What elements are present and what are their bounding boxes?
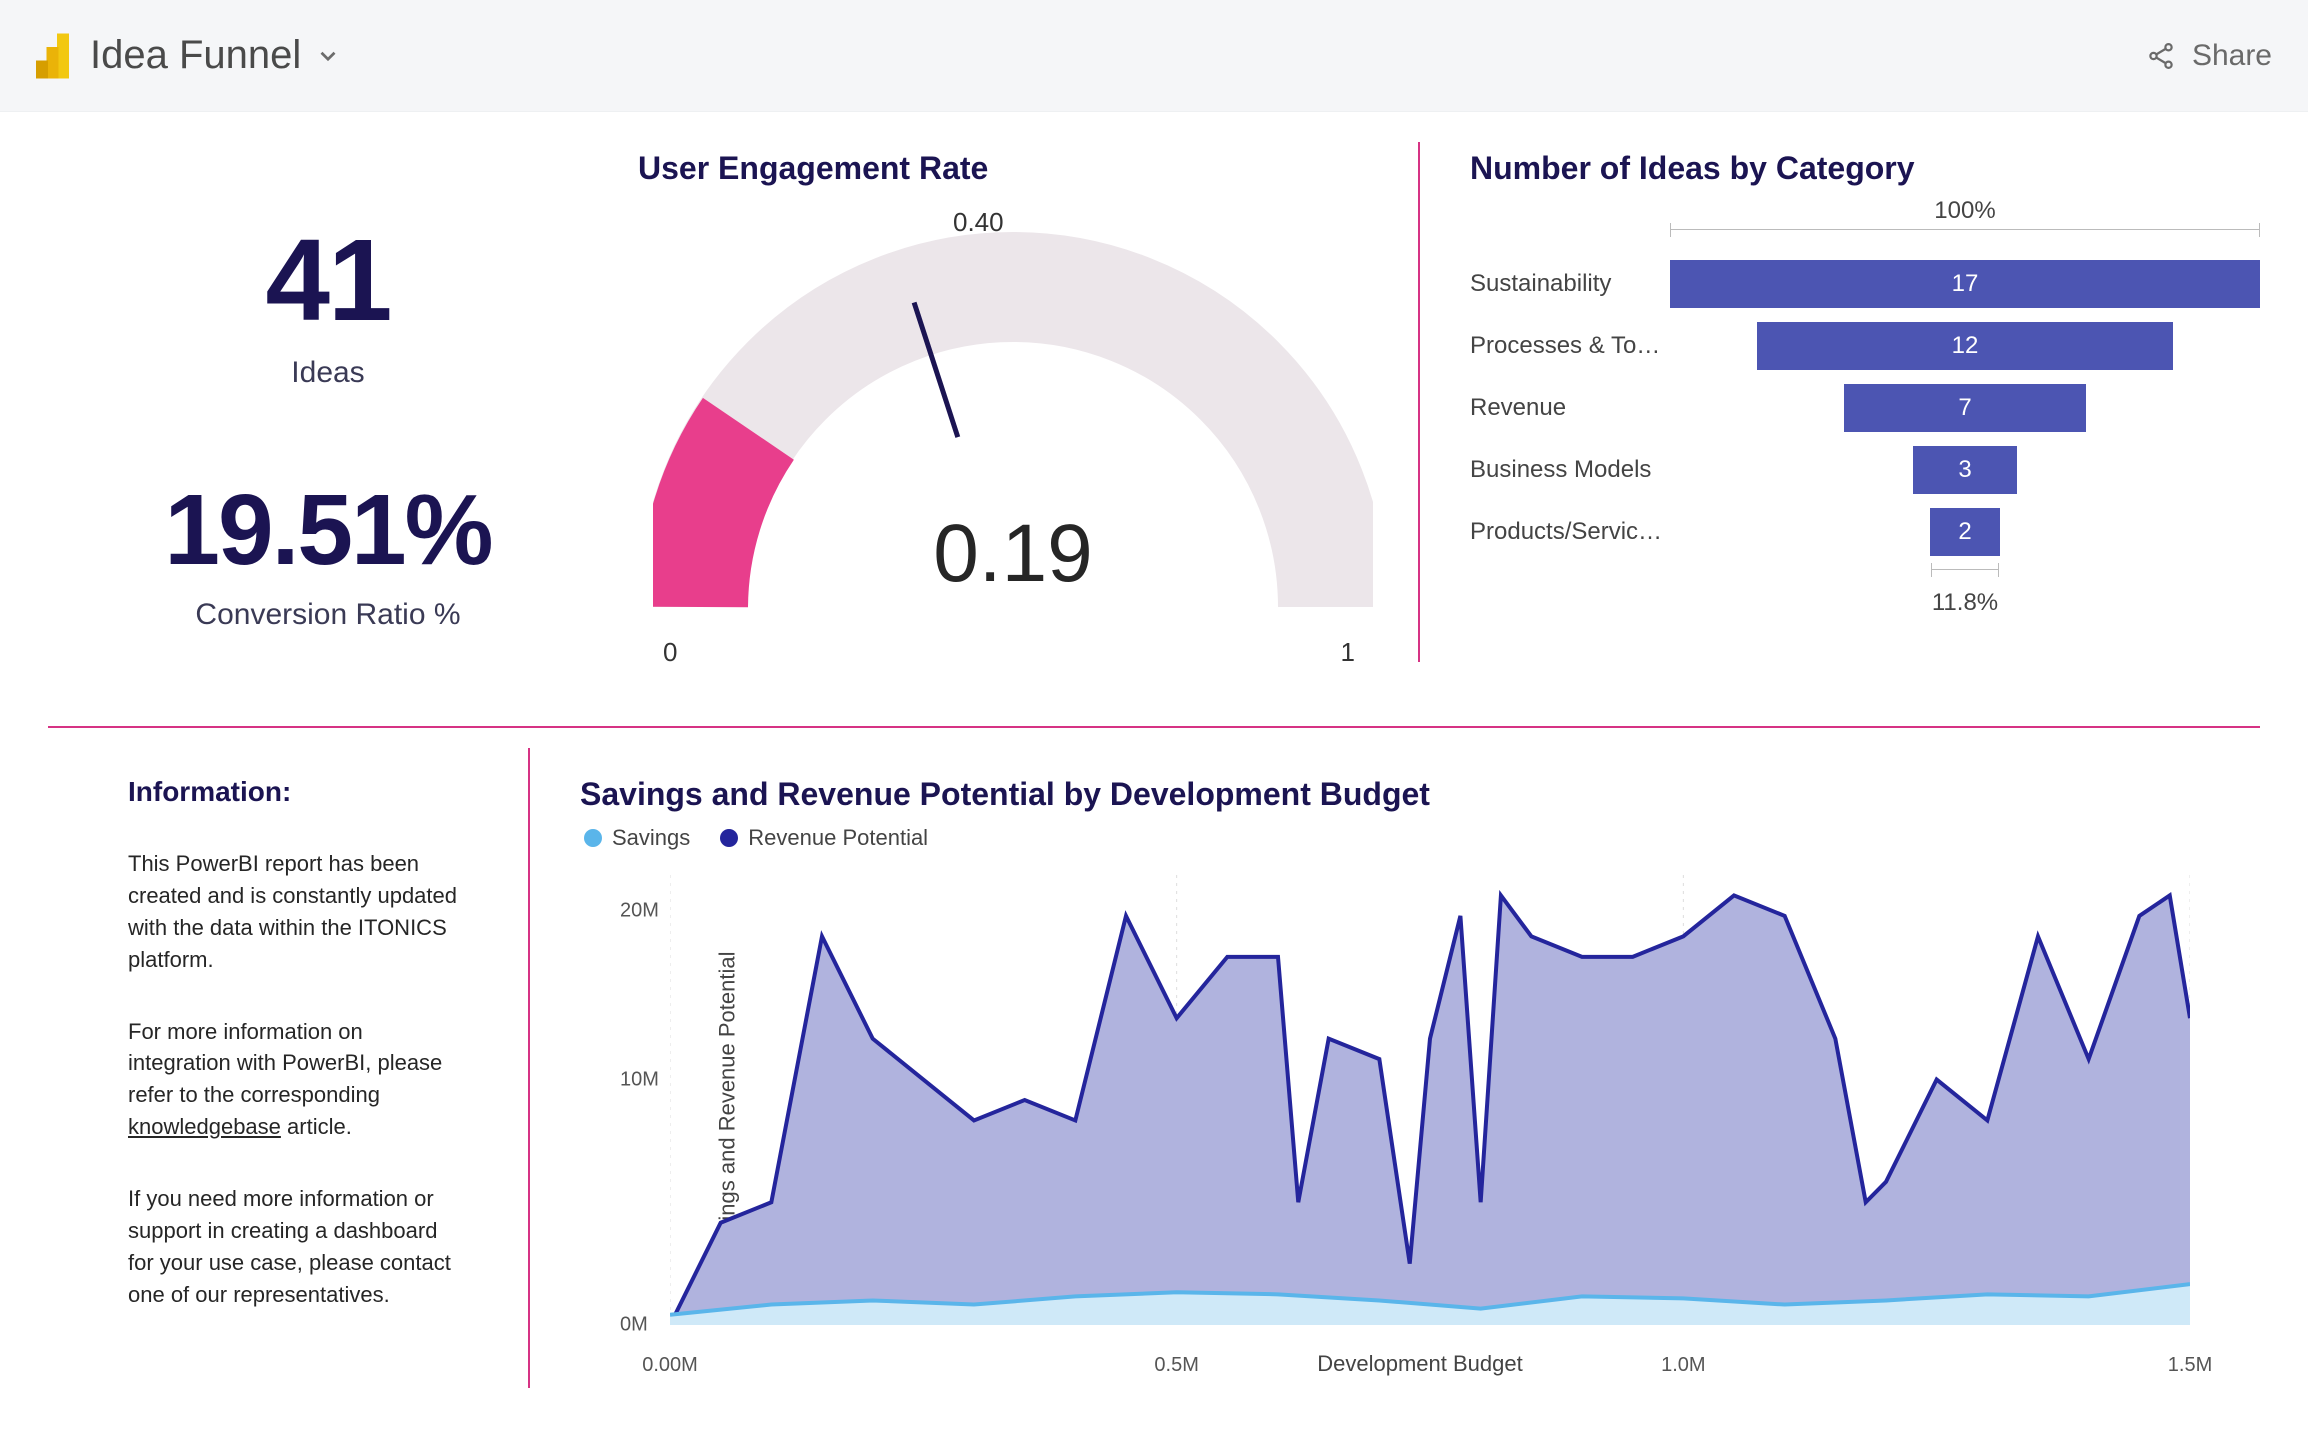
info-p1: This PowerBI report has been created and… bbox=[128, 848, 468, 976]
funnel-bar-track: 2 bbox=[1670, 508, 2260, 556]
bottom-row: Information: This PowerBI report has bee… bbox=[48, 738, 2260, 1408]
gauge-chart[interactable]: 0.40 0.19 0 1 bbox=[653, 197, 1373, 662]
kpi-ideas-label: Ideas bbox=[265, 356, 390, 390]
gauge-column: User Engagement Rate 0.40 0.19 0 1 bbox=[608, 132, 1418, 702]
report-title: Idea Funnel bbox=[90, 33, 301, 78]
legend-revenue-label: Revenue Potential bbox=[748, 825, 928, 851]
funnel-top-scale: 100% bbox=[1670, 197, 2260, 247]
funnel-category: Business Models bbox=[1470, 456, 1670, 484]
funnel-bar-track: 12 bbox=[1670, 322, 2260, 370]
share-button[interactable]: Share bbox=[2146, 39, 2272, 73]
funnel-column: Number of Ideas by Category 100% Sustain… bbox=[1422, 132, 2260, 702]
funnel-title: Number of Ideas by Category bbox=[1470, 150, 2260, 187]
funnel-bar: 17 bbox=[1670, 260, 2260, 308]
area-xlabel: Development Budget bbox=[640, 1351, 2200, 1377]
area-ytick: 0M bbox=[620, 1314, 648, 1337]
funnel-bar-track: 3 bbox=[1670, 446, 2260, 494]
funnel-category: Processes & To… bbox=[1470, 332, 1670, 360]
area-xtick: 0.00M bbox=[642, 1354, 698, 1377]
funnel-category: Revenue bbox=[1470, 394, 1670, 422]
area-legend: Savings Revenue Potential bbox=[584, 825, 2200, 851]
funnel-row[interactable]: Business Models 3 bbox=[1470, 439, 2260, 501]
funnel-row[interactable]: Processes & To… 12 bbox=[1470, 315, 2260, 377]
funnel-bar: 3 bbox=[1913, 446, 2017, 494]
area-svg bbox=[670, 875, 2190, 1325]
area-ytick: 20M bbox=[620, 900, 659, 923]
area-ytick: 10M bbox=[620, 1068, 659, 1091]
info-p3: If you need more information or support … bbox=[128, 1183, 468, 1311]
area-xtick: 1.0M bbox=[1661, 1354, 1705, 1377]
funnel-bottom-pct: 11.8% bbox=[1932, 589, 1998, 617]
area-xtick: 1.5M bbox=[2168, 1354, 2212, 1377]
area-title: Savings and Revenue Potential by Develop… bbox=[580, 776, 2200, 813]
dot-icon bbox=[584, 829, 602, 847]
info-p2b: article. bbox=[281, 1114, 352, 1139]
area-column: Savings and Revenue Potential by Develop… bbox=[532, 748, 2260, 1408]
dot-icon bbox=[720, 829, 738, 847]
funnel-top-pct: 100% bbox=[1934, 197, 1995, 225]
funnel-row[interactable]: Revenue 7 bbox=[1470, 377, 2260, 439]
share-icon bbox=[2146, 41, 2176, 71]
funnel-bar-track: 17 bbox=[1670, 260, 2260, 308]
kpi-conversion: 19.51% Conversion Ratio % bbox=[164, 480, 491, 632]
funnel-category: Products/Servic… bbox=[1470, 518, 1670, 546]
funnel-category: Sustainability bbox=[1470, 270, 1670, 298]
area-plot bbox=[670, 875, 2190, 1325]
gauge-target-label: 0.40 bbox=[953, 207, 1004, 238]
kpi-ideas: 41 Ideas bbox=[265, 222, 390, 390]
legend-savings-label: Savings bbox=[612, 825, 690, 851]
legend-revenue[interactable]: Revenue Potential bbox=[720, 825, 928, 851]
area-xtick: 0.5M bbox=[1154, 1354, 1198, 1377]
legend-savings[interactable]: Savings bbox=[584, 825, 690, 851]
top-row: 41 Ideas 19.51% Conversion Ratio % User … bbox=[48, 132, 2260, 702]
chevron-down-icon bbox=[315, 43, 341, 69]
info-p2a: For more information on integration with… bbox=[128, 1019, 442, 1108]
funnel-bar-track: 7 bbox=[1670, 384, 2260, 432]
dashboard: 41 Ideas 19.51% Conversion Ratio % User … bbox=[0, 112, 2308, 1408]
gauge-min: 0 bbox=[663, 637, 677, 668]
funnel-bar: 7 bbox=[1844, 384, 2087, 432]
horizontal-divider bbox=[48, 726, 2260, 728]
report-title-dropdown[interactable]: Idea Funnel bbox=[90, 33, 341, 78]
area-chart[interactable]: Savings and Revenue Potential 0M10M20M0.… bbox=[580, 865, 2200, 1345]
gauge-max: 1 bbox=[1341, 637, 1355, 668]
powerbi-logo-icon bbox=[36, 33, 72, 79]
info-column: Information: This PowerBI report has bee… bbox=[48, 748, 528, 1408]
share-label: Share bbox=[2192, 39, 2272, 73]
gauge-value: 0.19 bbox=[653, 507, 1373, 601]
kpi-conv-value: 19.51% bbox=[164, 480, 491, 580]
info-heading: Information: bbox=[128, 776, 468, 808]
funnel-bar: 12 bbox=[1757, 322, 2173, 370]
info-p2: For more information on integration with… bbox=[128, 1016, 468, 1144]
kpi-conv-label: Conversion Ratio % bbox=[164, 598, 491, 632]
header-bar: Idea Funnel Share bbox=[0, 0, 2308, 112]
vertical-divider bbox=[1418, 142, 1420, 662]
kpi-ideas-value: 41 bbox=[265, 222, 390, 338]
vertical-divider-2 bbox=[528, 748, 530, 1388]
funnel-bottom-scale: 11.8% bbox=[1670, 563, 2260, 623]
funnel-row[interactable]: Sustainability17 bbox=[1470, 253, 2260, 315]
gauge-title: User Engagement Rate bbox=[638, 150, 1388, 187]
funnel-rows: Sustainability17Processes & To…12Revenue… bbox=[1470, 253, 2260, 563]
header-left: Idea Funnel bbox=[36, 33, 341, 79]
funnel-row[interactable]: Products/Servic… 2 bbox=[1470, 501, 2260, 563]
funnel-bar: 2 bbox=[1930, 508, 1999, 556]
knowledgebase-link[interactable]: knowledgebase bbox=[128, 1114, 281, 1139]
kpi-column: 41 Ideas 19.51% Conversion Ratio % bbox=[48, 132, 608, 702]
